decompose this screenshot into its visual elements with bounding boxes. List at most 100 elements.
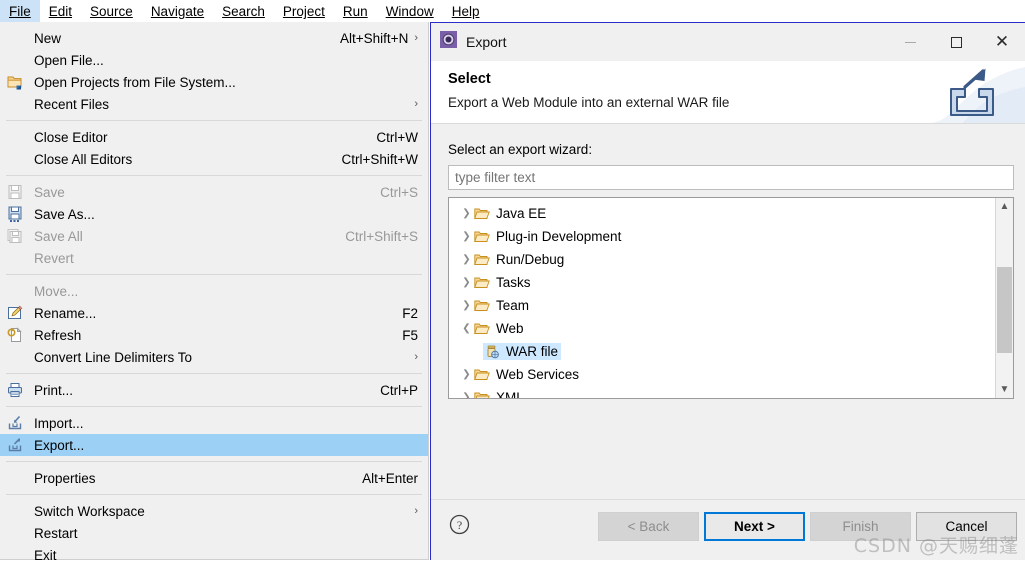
export-banner-icon [929, 61, 1025, 123]
chevron-right-icon[interactable]: ❯ [459, 369, 474, 380]
tree-item-war-file-label: WAR file [506, 344, 559, 359]
folder-icon [474, 391, 492, 398]
menu-item-rename-accel: F2 [402, 305, 418, 321]
menu-item-print[interactable]: Print... Ctrl+P [0, 379, 428, 401]
menu-item-open-projects-from-file-system[interactable]: Open Projects from File System... [0, 71, 428, 93]
back-button: < Back [598, 512, 699, 541]
menu-item-open-file-label: Open File... [34, 52, 104, 68]
dialog-titlebar[interactable]: Export ✕ [431, 23, 1025, 61]
dialog-header: Select Export a Web Module into an exter… [431, 61, 1025, 124]
menubar-item-edit[interactable]: Edit [40, 0, 81, 22]
scroll-up-icon[interactable]: ▲ [996, 198, 1013, 215]
menu-item-print-accel: Ctrl+P [380, 382, 418, 398]
menu-item-close-all-editors-label: Close All Editors [34, 151, 133, 167]
window-buttons: ✕ [887, 23, 1025, 61]
help-button[interactable]: ? [449, 514, 470, 535]
next-button[interactable]: Next > [704, 512, 805, 541]
chevron-right-icon[interactable]: ❯ [459, 392, 474, 398]
export-wizard-tree[interactable]: ❯ Java EE ❯ Plug-in Development ❯ Run/De… [448, 197, 1014, 399]
file-dropdown-menu: New Alt+Shift+N › Open File... Open Proj… [0, 22, 429, 563]
scroll-down-icon[interactable]: ▼ [996, 381, 1013, 398]
tree-item-plug-in-development-label: Plug-in Development [496, 229, 622, 244]
chevron-right-icon: › [414, 32, 418, 44]
menu-item-new-accel: Alt+Shift+N [340, 30, 409, 46]
chevron-right-icon: › [414, 98, 418, 110]
tree-item-run-debug-label: Run/Debug [496, 252, 565, 267]
menubar-item-edit-label: Edit [48, 4, 73, 19]
finish-button: Finish [810, 512, 911, 541]
tree-item-xml-label: XML [496, 390, 524, 398]
menu-item-exit[interactable]: Exit [0, 544, 428, 566]
menubar-item-run[interactable]: Run [334, 0, 377, 22]
menu-item-properties[interactable]: Properties Alt+Enter [0, 467, 428, 489]
menu-item-rename[interactable]: Rename... F2 [0, 302, 428, 324]
tree-scrollbar[interactable]: ▲ ▼ [995, 198, 1013, 398]
menu-item-revert: Revert [0, 247, 428, 269]
chevron-right-icon: › [414, 505, 418, 517]
menubar-item-help-label: Help [451, 4, 480, 19]
war-file-icon [484, 345, 502, 359]
menu-item-exit-label: Exit [34, 547, 57, 563]
chevron-right-icon[interactable]: ❯ [459, 231, 474, 242]
menu-item-move-label: Move... [34, 283, 79, 299]
menu-item-save-as[interactable]: Save As... [0, 203, 428, 225]
export-dialog: Export ✕ Select Export a Web Module into… [430, 22, 1025, 560]
menubar-item-search[interactable]: Search [213, 0, 274, 22]
menu-item-switch-workspace[interactable]: Switch Workspace › [0, 500, 428, 522]
menu-item-save-as-label: Save As... [34, 206, 95, 222]
menu-item-export[interactable]: Export... [0, 434, 428, 456]
dialog-header-title: Select [448, 71, 491, 87]
menu-item-close-editor[interactable]: Close Editor Ctrl+W [0, 126, 428, 148]
maximize-button[interactable] [933, 23, 979, 61]
chevron-right-icon[interactable]: ❯ [459, 277, 474, 288]
save-as-icon [7, 206, 24, 222]
menu-item-refresh-accel: F5 [402, 327, 418, 343]
menu-item-open-file[interactable]: Open File... [0, 49, 428, 71]
tree-item-team[interactable]: ❯ Team [449, 294, 995, 317]
dialog-title: Export [466, 34, 507, 50]
menu-item-open-projects-label: Open Projects from File System... [34, 74, 236, 90]
menubar-item-help[interactable]: Help [443, 0, 489, 22]
menubar-item-file[interactable]: File [0, 0, 40, 22]
scrollbar-track[interactable] [996, 215, 1013, 381]
chevron-down-icon[interactable]: ❮ [459, 323, 474, 334]
tree-item-web-services[interactable]: ❯ Web Services [449, 363, 995, 386]
menubar-item-source[interactable]: Source [81, 0, 142, 22]
folder-icon [474, 322, 492, 336]
minimize-button[interactable] [887, 23, 933, 61]
tree-item-web[interactable]: ❮ Web [449, 317, 995, 340]
menu-item-import-label: Import... [34, 415, 84, 431]
menu-item-save-all-label: Save All [34, 228, 83, 244]
scrollbar-thumb[interactable] [997, 267, 1012, 353]
menu-item-new[interactable]: New Alt+Shift+N › [0, 27, 428, 49]
menubar-item-project[interactable]: Project [274, 0, 334, 22]
tree-item-xml[interactable]: ❯ XML [449, 386, 995, 398]
menu-item-recent-files[interactable]: Recent Files › [0, 93, 428, 115]
tree-item-team-label: Team [496, 298, 530, 313]
menu-item-convert-line-delimiters-to[interactable]: Convert Line Delimiters To › [0, 346, 428, 368]
tree-item-run-debug[interactable]: ❯ Run/Debug [449, 248, 995, 271]
cancel-button[interactable]: Cancel [916, 512, 1017, 541]
menubar-item-navigate-label: Navigate [150, 4, 205, 19]
chevron-right-icon[interactable]: ❯ [459, 300, 474, 311]
menu-item-close-all-editors[interactable]: Close All Editors Ctrl+Shift+W [0, 148, 428, 170]
tree-item-tasks[interactable]: ❯ Tasks [449, 271, 995, 294]
menu-item-restart[interactable]: Restart [0, 522, 428, 544]
tree-item-war-file[interactable]: WAR file [449, 340, 995, 363]
folder-icon [474, 276, 492, 290]
chevron-right-icon[interactable]: ❯ [459, 208, 474, 219]
tree-item-plug-in-development[interactable]: ❯ Plug-in Development [449, 225, 995, 248]
folder-icon [474, 368, 492, 382]
menu-item-refresh[interactable]: Refresh F5 [0, 324, 428, 346]
close-button[interactable]: ✕ [979, 23, 1025, 61]
menubar-item-window[interactable]: Window [377, 0, 443, 22]
tree-item-java-ee[interactable]: ❯ Java EE [449, 202, 995, 225]
dialog-button-row: < Back Next > Finish Cancel [598, 512, 1017, 541]
select-wizard-label: Select an export wizard: [448, 142, 593, 157]
menubar-item-navigate[interactable]: Navigate [142, 0, 213, 22]
menu-item-import[interactable]: Import... [0, 412, 428, 434]
filter-input[interactable] [448, 165, 1014, 190]
menubar-item-project-label: Project [282, 4, 325, 19]
menu-item-save-all: Save All Ctrl+Shift+S [0, 225, 428, 247]
chevron-right-icon[interactable]: ❯ [459, 254, 474, 265]
